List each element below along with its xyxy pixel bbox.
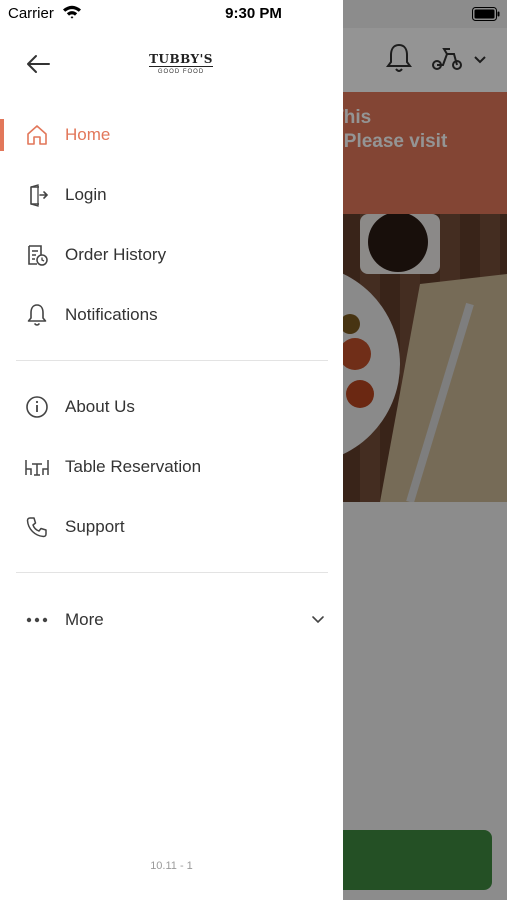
menu-item-support[interactable]: Support [0, 499, 343, 555]
info-icon [24, 394, 50, 420]
phone-icon [24, 514, 50, 540]
back-button[interactable] [22, 50, 54, 78]
menu-item-label: About Us [65, 397, 135, 416]
drawer-header: TUBBY'S GOOD FOOD [0, 28, 343, 98]
ellipsis-icon [24, 607, 50, 633]
menu-item-notifications[interactable]: Notifications [0, 287, 343, 343]
menu-item-label: Notifications [65, 305, 158, 324]
menu-item-home[interactable]: Home [0, 107, 343, 163]
menu-item-more[interactable]: More [0, 592, 343, 648]
login-icon [24, 182, 50, 208]
order-history-icon [24, 242, 50, 268]
arrow-left-icon [27, 55, 50, 73]
table-icon [24, 454, 50, 480]
battery-icon [472, 7, 500, 21]
chevron-down-icon[interactable] [308, 610, 328, 630]
app-version: 10.11 - 1 [150, 860, 193, 872]
bell-icon [24, 302, 50, 328]
home-icon [24, 122, 50, 148]
menu-item-label: Support [65, 517, 125, 536]
menu-item-label: Home [65, 125, 111, 144]
navigation-drawer: TUBBY'S GOOD FOOD Home Login Order Histo… [0, 0, 343, 900]
menu-item-label: Table Reservation [65, 457, 202, 476]
menu-divider [16, 572, 328, 573]
menu-item-about-us[interactable]: About Us [0, 379, 343, 435]
menu-divider [16, 360, 328, 361]
brand-logo: TUBBY'S GOOD FOOD [144, 50, 218, 76]
menu-item-label: More [65, 610, 104, 629]
menu-item-label: Login [65, 185, 107, 204]
menu-item-login[interactable]: Login [0, 167, 343, 223]
logo-text: TUBBY'S [149, 52, 213, 67]
menu-item-table-reservation[interactable]: Table Reservation [0, 439, 343, 495]
status-bar: Carrier 9:30 PM [0, 0, 507, 28]
clock: 9:30 PM [225, 5, 282, 22]
active-indicator [0, 119, 4, 151]
menu-item-order-history[interactable]: Order History [0, 227, 343, 283]
logo-subtext: GOOD FOOD [157, 69, 205, 75]
menu-item-label: Order History [65, 245, 167, 264]
